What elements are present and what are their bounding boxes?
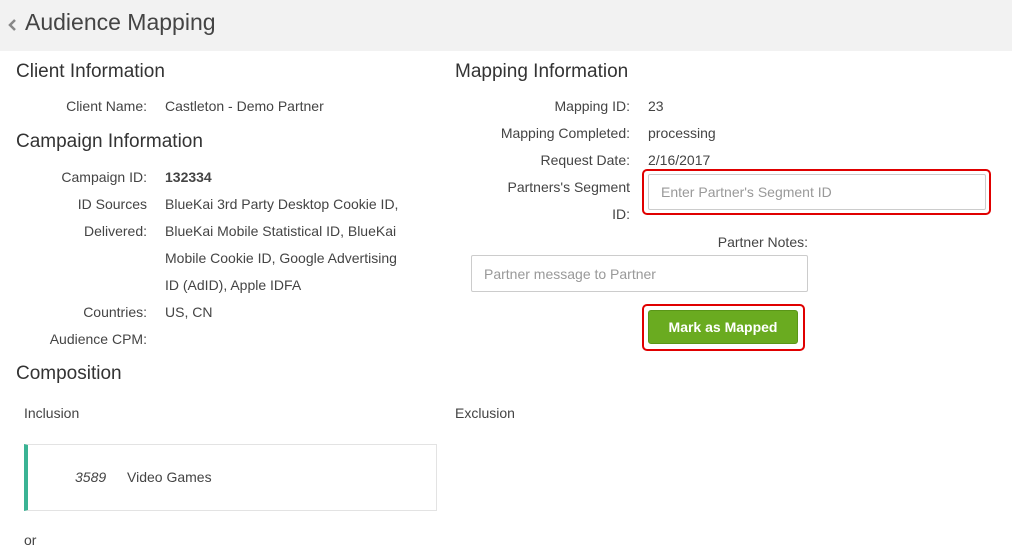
- id-sources-line: Mobile Cookie ID, Google Advertising: [165, 250, 397, 266]
- client-name-value: Castleton - Demo Partner: [165, 98, 324, 114]
- page-title: Audience Mapping: [25, 9, 216, 35]
- request-date-value: 2/16/2017: [648, 152, 711, 168]
- mark-as-mapped-button[interactable]: Mark as Mapped: [648, 310, 798, 344]
- exclusion-label: Exclusion: [455, 405, 515, 421]
- campaign-info-title: Campaign Information: [16, 131, 203, 152]
- audience-cpm-label: Audience CPM:: [49, 331, 147, 347]
- segment-name: Video Games: [127, 469, 212, 485]
- client-name-label: Client Name:: [66, 98, 147, 114]
- partner-notes-label: Partner Notes:: [717, 234, 808, 250]
- mapping-info-title: Mapping Information: [455, 61, 629, 82]
- mapping-id-label: Mapping ID:: [554, 98, 630, 114]
- segment-id-label: Partners's Segment: [507, 179, 630, 195]
- id-sources-line: ID (AdID), Apple IDFA: [165, 277, 302, 293]
- mapping-id-value: 23: [648, 98, 664, 114]
- mapping-completed-label: Mapping Completed:: [500, 125, 630, 141]
- countries-value: US, CN: [165, 304, 213, 320]
- inclusion-label: Inclusion: [24, 405, 80, 421]
- inclusion-segment-card: 3589 Video Games: [24, 444, 437, 511]
- partner-notes-input[interactable]: [471, 255, 808, 292]
- composition-title: Composition: [16, 363, 122, 384]
- segment-id-label-suffix: ID:: [612, 206, 630, 222]
- id-sources-label: ID Sources: [77, 196, 147, 212]
- id-sources-line: BlueKai 3rd Party Desktop Cookie ID,: [165, 196, 399, 212]
- mapping-completed-value: processing: [648, 125, 716, 141]
- campaign-id-value: 132334: [165, 169, 212, 185]
- segment-id: 3589: [75, 469, 107, 485]
- request-date-label: Request Date:: [540, 152, 631, 168]
- client-info-title: Client Information: [16, 61, 165, 82]
- id-sources-delivered-label: Delivered:: [83, 223, 147, 239]
- segment-id-input[interactable]: [648, 174, 986, 210]
- page-header: Audience Mapping: [0, 0, 1012, 51]
- campaign-id-label: Campaign ID:: [61, 169, 147, 185]
- countries-label: Countries:: [83, 304, 147, 320]
- id-sources-line: BlueKai Mobile Statistical ID, BlueKai: [165, 223, 397, 239]
- chevron-left-icon[interactable]: [6, 16, 20, 34]
- or-separator: or: [24, 532, 37, 548]
